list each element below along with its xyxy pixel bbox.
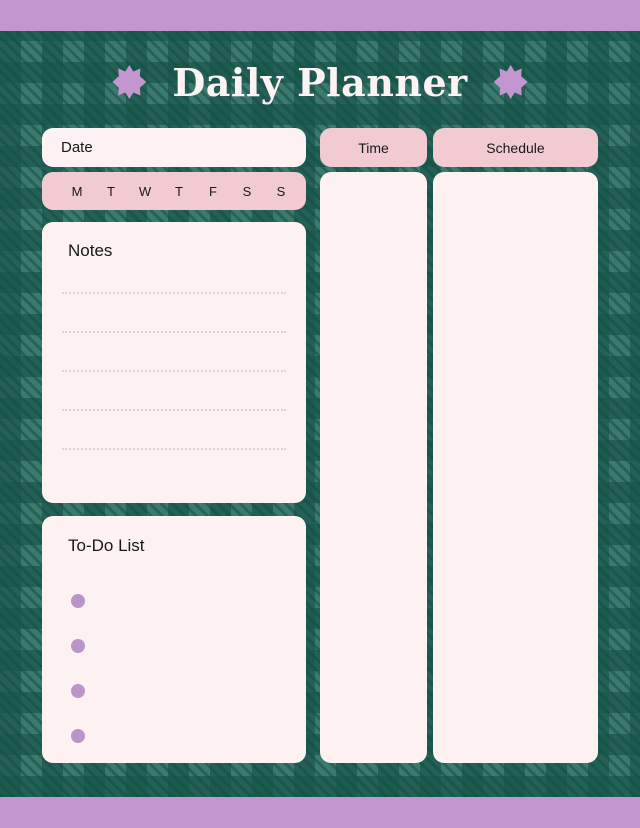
- notes-line[interactable]: [62, 331, 286, 333]
- date-field[interactable]: Date: [42, 128, 306, 167]
- schedule-column-body[interactable]: [433, 172, 598, 763]
- bullet-icon: [71, 593, 85, 608]
- notes-line[interactable]: [62, 409, 286, 411]
- page-header: Daily Planner: [0, 50, 640, 114]
- notes-title: Notes: [68, 241, 113, 260]
- todo-item[interactable]: [71, 668, 85, 713]
- bullet-icon: [71, 638, 85, 653]
- bottom-accent-bar: [0, 797, 640, 828]
- weekday-monday[interactable]: M: [60, 184, 94, 199]
- page-title: Daily Planner: [172, 59, 468, 105]
- notes-line[interactable]: [62, 292, 286, 294]
- time-column-body[interactable]: [320, 172, 427, 763]
- notes-line[interactable]: [62, 370, 286, 372]
- todo-card[interactable]: To-Do List: [42, 516, 306, 763]
- schedule-header-label: Schedule: [486, 139, 545, 156]
- weekday-selector[interactable]: M T W T F S S: [42, 172, 306, 210]
- notes-card[interactable]: Notes: [42, 222, 306, 503]
- weekday-sunday[interactable]: S: [264, 184, 298, 199]
- notes-lines: [62, 292, 286, 487]
- todo-items: [71, 578, 85, 758]
- todo-title: To-Do List: [68, 536, 145, 555]
- schedule-column-header: Schedule: [433, 128, 598, 167]
- weekday-saturday[interactable]: S: [230, 184, 264, 199]
- weekday-tuesday[interactable]: T: [94, 184, 128, 199]
- date-label: Date: [61, 139, 93, 156]
- bullet-icon: [71, 683, 85, 698]
- time-header-label: Time: [358, 139, 389, 156]
- todo-item[interactable]: [71, 623, 85, 668]
- time-column-header: Time: [320, 128, 427, 167]
- top-accent-bar: [0, 0, 640, 31]
- weekday-friday[interactable]: F: [196, 184, 230, 199]
- notes-line[interactable]: [62, 448, 286, 450]
- star-icon-left: [112, 65, 147, 99]
- weekday-wednesday[interactable]: W: [128, 184, 162, 199]
- star-icon-right: [493, 65, 528, 99]
- todo-item[interactable]: [71, 713, 85, 758]
- bullet-icon: [71, 728, 85, 743]
- daily-planner-page: Daily Planner Date M T W T F S S Notes T…: [0, 0, 640, 828]
- todo-item[interactable]: [71, 578, 85, 623]
- weekday-thursday[interactable]: T: [162, 184, 196, 199]
